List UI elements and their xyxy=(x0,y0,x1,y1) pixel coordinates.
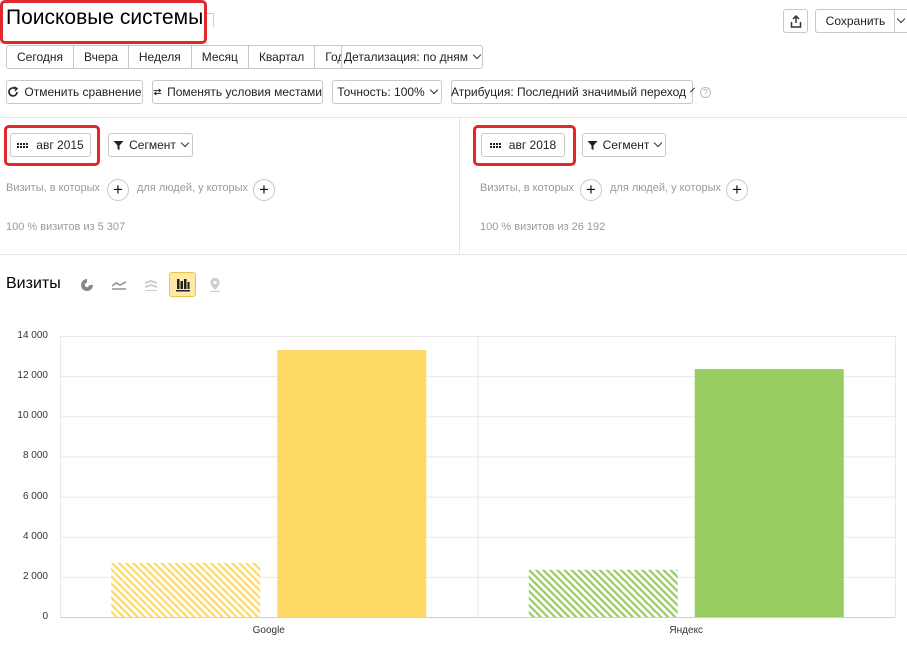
chevron-down-icon xyxy=(690,87,695,93)
bar-chart-icon xyxy=(175,278,190,291)
bar-yandex-period2[interactable] xyxy=(694,369,844,617)
cancel-compare-button[interactable]: Отменить сравнение xyxy=(6,80,143,104)
period-week[interactable]: Неделя xyxy=(128,45,192,69)
period-quarter[interactable]: Квартал xyxy=(248,45,316,69)
accuracy-dropdown[interactable]: Точность: 100% xyxy=(332,80,442,104)
swap-conditions-button[interactable]: Поменять условия местами xyxy=(152,80,323,104)
calendar-icon xyxy=(17,142,29,148)
attribution-dropdown[interactable]: Атрибуция: Последний значимый переход xyxy=(451,80,695,104)
add-people-condition-button[interactable]: + xyxy=(726,179,748,201)
swap-conditions-label: Поменять условия местами xyxy=(167,85,322,99)
y-tick-label: 14 000 xyxy=(17,330,48,341)
y-tick-label: 10 000 xyxy=(17,410,48,422)
swap-icon xyxy=(153,88,162,96)
save-button[interactable]: Сохранить xyxy=(815,9,895,33)
chevron-down-icon xyxy=(654,138,663,148)
bar-google-period2[interactable] xyxy=(277,350,427,617)
y-tick-label: 8 000 xyxy=(22,450,48,462)
period-selector: Сегодня Вчера Неделя Месяц Квартал Год xyxy=(6,45,356,69)
line-chart-icon xyxy=(111,280,126,290)
map-view-button[interactable] xyxy=(201,272,228,297)
period-today[interactable]: Сегодня xyxy=(6,45,74,69)
map-icon xyxy=(209,277,220,292)
bar-view-button[interactable] xyxy=(169,272,196,297)
share-icon xyxy=(790,14,801,28)
filter-icon xyxy=(587,140,598,150)
cancel-compare-label: Отменить сравнение xyxy=(24,85,142,99)
y-tick-label: 0 xyxy=(42,611,48,622)
date-picker-button-right[interactable]: авг 2018 xyxy=(481,133,565,157)
chevron-down-icon xyxy=(180,138,190,148)
x-category-label: Google xyxy=(252,625,285,636)
date-picker-button-left[interactable]: авг 2015 xyxy=(10,133,91,157)
save-dropdown-button[interactable] xyxy=(894,9,907,33)
refresh-icon xyxy=(8,86,19,97)
accuracy-label: Точность: 100% xyxy=(337,85,425,99)
stacked-view-button[interactable] xyxy=(137,272,164,297)
pie-chart-icon xyxy=(80,278,93,291)
date-label: авг 2015 xyxy=(36,138,84,152)
period-yesterday[interactable]: Вчера xyxy=(74,45,129,69)
chevron-down-icon xyxy=(896,14,906,24)
divider xyxy=(0,254,907,255)
attribution-label: Атрибуция: Последний значимый переход xyxy=(451,85,686,99)
segment-label: Сегмент xyxy=(602,138,650,152)
chevron-down-icon xyxy=(472,50,482,60)
y-tick-label: 2 000 xyxy=(22,570,48,582)
period-month[interactable]: Месяц xyxy=(191,45,249,69)
y-tick-label: 4 000 xyxy=(22,530,48,542)
segment-button-left[interactable]: Сегмент xyxy=(108,133,193,157)
x-category-label: Яндекс xyxy=(669,625,704,636)
y-tick-label: 12 000 xyxy=(17,370,48,382)
filter-icon xyxy=(113,140,124,150)
page-title: Поисковые системы xyxy=(6,6,204,29)
bar-yandex-period1[interactable] xyxy=(528,569,678,617)
segment-button-right[interactable]: Сегмент xyxy=(582,133,666,157)
help-icon[interactable]: ? xyxy=(700,87,711,98)
share-button[interactable] xyxy=(783,9,808,33)
divider xyxy=(0,117,907,118)
add-visits-condition-button[interactable]: + xyxy=(107,179,129,201)
detail-dropdown[interactable]: Детализация: по дням xyxy=(341,45,483,69)
bar-google-period1[interactable] xyxy=(111,562,261,617)
visits-condition-label: Визиты, в которых xyxy=(480,182,574,194)
pie-view-button[interactable] xyxy=(73,272,100,297)
add-people-condition-button[interactable]: + xyxy=(253,179,275,201)
date-label: авг 2018 xyxy=(508,138,557,152)
y-tick-label: 6 000 xyxy=(22,490,48,502)
visits-summary: 100 % визитов из 26 192 xyxy=(480,221,606,233)
detail-dropdown-label: Детализация: по дням xyxy=(344,50,468,64)
chevron-down-icon xyxy=(429,85,438,95)
calendar-icon xyxy=(489,142,501,148)
people-condition-label: для людей, у которых xyxy=(137,182,248,194)
add-visits-condition-button[interactable]: + xyxy=(580,179,602,201)
segment-label: Сегмент xyxy=(129,138,176,152)
chart-title: Визиты xyxy=(6,275,61,292)
people-condition-label: для людей, у которых xyxy=(610,182,721,194)
visits-summary: 100 % визитов из 5 307 xyxy=(6,221,126,233)
bookmark-icon[interactable] xyxy=(204,13,214,27)
panel-divider xyxy=(459,118,460,254)
line-view-button[interactable] xyxy=(105,272,132,297)
visits-condition-label: Визиты, в которых xyxy=(6,182,100,194)
stacked-area-icon xyxy=(144,279,157,291)
